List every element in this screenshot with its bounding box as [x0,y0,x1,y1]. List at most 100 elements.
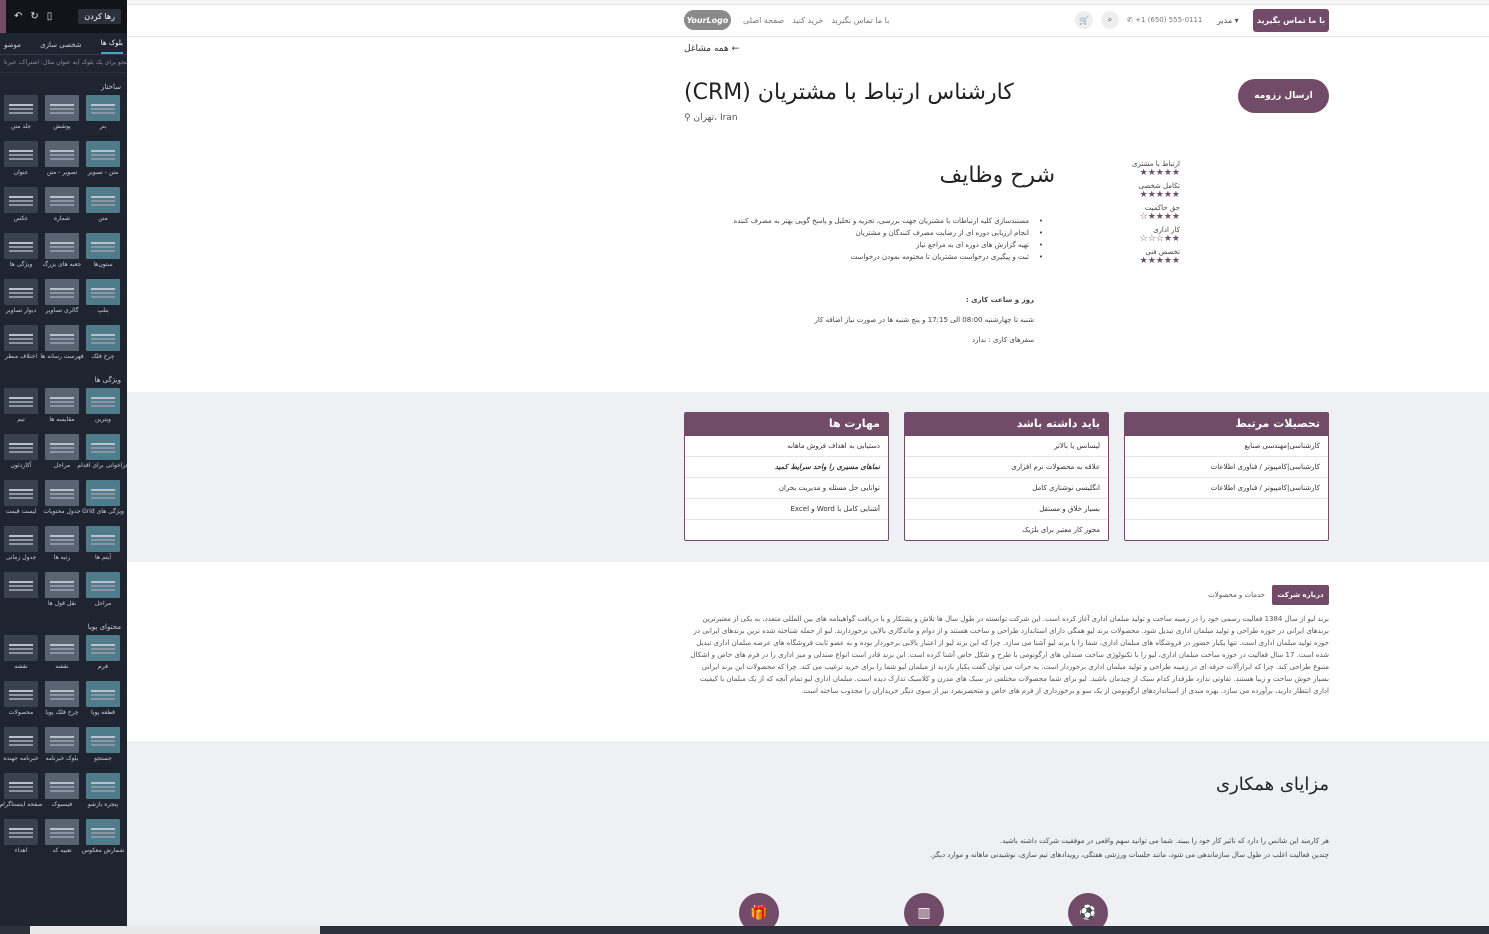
tab-about-company[interactable]: درباره شرکت [1272,585,1329,605]
card-row: کارشناسی|کامپیوتر / فناوری اطلاعات [1125,457,1328,478]
block-tile[interactable]: تعبیه کد [44,819,80,860]
tab-blocks[interactable]: بلوک ها [100,39,123,54]
redo-icon[interactable]: ↻ [30,11,38,22]
phone-number[interactable]: ✆ +1 (650) 555-0111 [1127,16,1202,24]
block-tile[interactable]: نقل قول ها [44,572,80,613]
mobile-preview-icon[interactable]: ▯ [47,11,53,22]
block-tile[interactable]: گالری تصاویر [44,279,80,320]
status-bar-segment [30,926,320,934]
block-tile[interactable]: فهرست رسانه ها [40,325,84,366]
block-label: ویترین [95,416,111,423]
block-search-input[interactable]: جستجو برای یک بلوک (به عنوان مثال: اشترا… [0,55,127,73]
benefits-heading: مزایای همکاری [1216,774,1329,795]
tab-theme[interactable]: موضو [4,41,21,54]
block-tile[interactable]: جلد متن [3,95,39,136]
block-tile[interactable]: مقایسه ها [44,388,80,429]
block-tile[interactable]: جستجو [85,727,121,768]
block-tile[interactable]: عکس [3,187,39,228]
section-features: ویژگی ها [94,376,121,384]
admin-menu[interactable]: مدیر ▾ [1217,16,1239,25]
nav-link-contact[interactable]: با ما تماس بگیرید [831,16,889,25]
contact-us-button[interactable]: با ما تماس بگیرید [1253,9,1329,32]
block-tile[interactable]: پنجره بازشو [85,773,121,814]
discard-button[interactable]: رها کردن [78,9,121,24]
block-thumbnail [45,187,79,213]
block-tile[interactable]: ویژگی های Grid [82,480,124,521]
block-tile[interactable]: عنوان [3,141,39,182]
block-tile[interactable]: لیست قیمت [3,480,39,521]
all-jobs-link[interactable]: همه مشاغل ← [684,44,739,54]
block-label: رتبه ها [53,554,71,561]
block-tile[interactable] [3,572,39,613]
block-tile[interactable]: متن [85,187,121,228]
block-tile[interactable]: آیتم ها [85,526,121,567]
job-location: ⚲ تهران، Iran [684,113,738,123]
block-label: اختلاف منظر [4,353,38,360]
block-label: گالری تصاویر [45,307,79,314]
tab-services-products[interactable]: خدمات و محصولات [1195,591,1265,599]
rating-item: تکامل شخصی ★★★★★ [1090,182,1180,200]
block-tile[interactable]: نقشه [3,635,39,676]
nav-link-shop[interactable]: خرید کنید [792,16,823,25]
block-label: مراحل [53,462,71,469]
block-tile[interactable]: نقشه [44,635,80,676]
block-tile[interactable]: دیوار تصاویر [3,279,39,320]
duty-item: تهیه گزارش های دوره ای به مراجع نیاز [684,239,1043,251]
block-tile[interactable]: جعبه های بزرگ [43,233,81,274]
block-tile[interactable]: بنر [85,95,121,136]
block-tile[interactable]: خبرنامه جهنده [3,727,39,768]
block-tile[interactable]: جدول محتویات [43,480,81,521]
block-tile[interactable]: ستون‌ها [85,233,121,274]
block-tile[interactable]: چرخ فلک [85,325,121,366]
block-tile[interactable]: پوشش [44,95,80,136]
card-row [1125,520,1328,540]
tab-customize[interactable]: شخصی سازی [40,41,81,54]
block-tile[interactable]: آکاردئون [3,434,39,475]
benefits-text: هر کارمند این شانس را دارد که تاثیر کار … [700,834,1329,862]
card-row [685,520,888,540]
block-tile[interactable]: قطعه پویا [85,681,121,722]
cart-icon[interactable]: 🛒 [1075,11,1093,29]
block-tile[interactable]: فیسبوک [44,773,80,814]
phone-text: +1 (650) 555-0111 [1135,16,1203,24]
block-tile[interactable]: ویژگی ها [3,233,39,274]
site-navbar: YourLogo با ما تماس بگیرید خرید کنید صفح… [127,6,1489,37]
block-label: خبرنامه جهنده [3,755,39,762]
block-tile[interactable]: تیم [3,388,39,429]
site-logo[interactable]: YourLogo [684,10,731,30]
search-icon[interactable]: ⌕ [1101,11,1119,29]
block-tile[interactable]: بلوک خبرنامه [44,727,80,768]
block-tile[interactable]: رتبه ها [44,526,80,567]
card-row: کارشناسی|کامپیوتر / فناوری اطلاعات [1125,478,1328,499]
undo-icon[interactable]: ↶ [14,11,22,22]
section-structure: ساختار [101,83,121,91]
block-tile[interactable]: تصویر - متن [44,141,80,182]
block-tile[interactable]: متن - تصویر [85,141,121,182]
card-title: مهارت ها [685,413,888,436]
block-tile[interactable]: محصولات [3,681,39,722]
block-label: صفحه اینستاگرام [0,801,43,808]
block-tile[interactable]: فرم [85,635,121,676]
block-thumbnail [86,526,120,552]
block-thumbnail [45,141,79,167]
block-tile[interactable]: ویترین [85,388,121,429]
block-tile[interactable]: شمارش معکوس [82,819,124,860]
block-thumbnail [4,434,38,460]
block-thumbnail [45,681,79,707]
block-tile[interactable]: چرخ فلک پویا [44,681,80,722]
block-tile[interactable]: مراحل [85,572,121,613]
send-resume-button[interactable]: ارسال رزومه [1238,79,1329,113]
nav-link-home[interactable]: صفحه اصلی [743,16,784,25]
block-tile[interactable]: بنلپ [85,279,121,320]
block-tile[interactable]: اهداء [3,819,39,860]
star-rating: ★★★★★ [1139,190,1180,200]
star-rating: ★★☆☆☆ [1139,234,1180,244]
block-tile[interactable]: مراحل [44,434,80,475]
block-tile[interactable]: شماره [44,187,80,228]
about-company-text: برند لیو از سال 1384 فعالیت رسمی خود را … [690,615,1329,695]
block-tile[interactable]: صفحه اینستاگرام [0,773,43,814]
block-tile[interactable]: اختلاف منظر [3,325,39,366]
block-label: شماره [53,215,71,222]
block-tile[interactable]: فراخوانی برای اقدام [77,434,127,475]
block-tile[interactable]: جدول زمانی [3,526,39,567]
